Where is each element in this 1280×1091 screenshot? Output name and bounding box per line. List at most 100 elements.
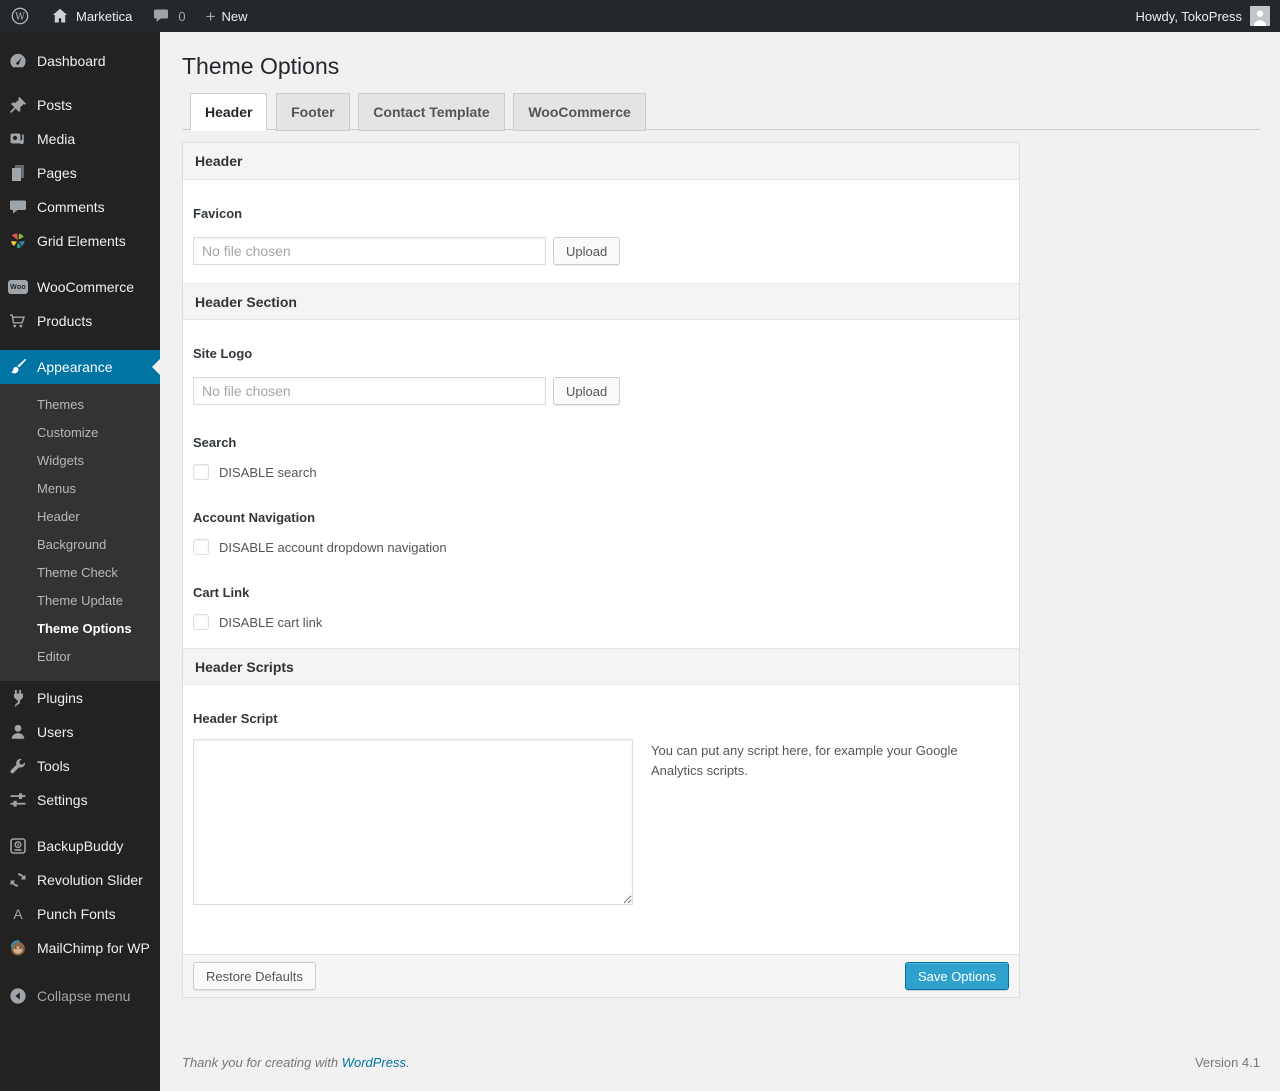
favicon-file-input[interactable]	[193, 237, 546, 265]
sidebar-item-label: Collapse menu	[37, 988, 131, 1004]
save-options-button[interactable]: Save Options	[904, 962, 1009, 990]
favicon-upload-button[interactable]: Upload	[553, 237, 621, 265]
sidebar-item-revolution-slider[interactable]: Revolution Slider	[0, 863, 160, 897]
new-content-menu[interactable]: + New	[196, 0, 258, 32]
comments-menu[interactable]: 0	[142, 0, 195, 32]
admin-sidebar: Dashboard Posts Media Pages Comments Gri…	[0, 32, 160, 1091]
tab-woocommerce[interactable]: WooCommerce	[513, 93, 646, 132]
disable-account-checkbox[interactable]	[193, 539, 209, 555]
submenu-item-themes[interactable]: Themes	[0, 391, 160, 419]
tab-header[interactable]: Header	[190, 93, 268, 132]
submenu-item-header[interactable]: Header	[0, 503, 160, 531]
sidebar-item-label: Settings	[37, 792, 88, 808]
comments-count: 0	[178, 8, 186, 24]
wordpress-logo-menu[interactable]: W	[0, 0, 40, 32]
disable-cart-label[interactable]: DISABLE cart link	[219, 615, 322, 630]
sidebar-item-label: Plugins	[37, 690, 83, 706]
site-logo-upload-button[interactable]: Upload	[553, 377, 621, 405]
tab-contact-template[interactable]: Contact Template	[358, 93, 505, 132]
disable-search-label[interactable]: DISABLE search	[219, 465, 317, 480]
site-name-menu[interactable]: Marketica	[40, 0, 142, 32]
appearance-submenu: Themes Customize Widgets Menus Header Ba…	[0, 384, 160, 681]
home-icon	[50, 6, 70, 26]
disable-search-checkbox[interactable]	[193, 464, 209, 480]
account-navigation-label: Account Navigation	[193, 510, 316, 525]
main-content: Theme Options Header Footer Contact Temp…	[160, 32, 1280, 1091]
sidebar-item-products[interactable]: Products	[0, 304, 160, 338]
sidebar-item-posts[interactable]: Posts	[0, 88, 160, 122]
version-text: Version 4.1	[1194, 1055, 1260, 1070]
cart-icon	[8, 311, 28, 331]
disable-account-label[interactable]: DISABLE account dropdown navigation	[219, 540, 447, 555]
sidebar-item-appearance[interactable]: Appearance	[0, 350, 160, 384]
tab-footer[interactable]: Footer	[276, 93, 350, 132]
header-script-textarea[interactable]	[193, 739, 633, 905]
theme-options-panel: Header Favicon Upload Header Section Sit…	[182, 142, 1020, 998]
section-header-header-scripts: Header Scripts	[183, 648, 1019, 685]
disable-search-option: DISABLE search	[183, 464, 1019, 480]
favicon-label: Favicon	[193, 206, 243, 221]
sidebar-item-label: MailChimp for WP	[37, 940, 150, 956]
sidebar-item-mailchimp[interactable]: MailChimp for WP	[0, 931, 160, 965]
submenu-item-theme-update[interactable]: Theme Update	[0, 587, 160, 615]
user-icon	[8, 722, 28, 742]
search-label: Search	[193, 435, 237, 450]
site-name: Marketica	[76, 8, 133, 24]
disable-cart-checkbox[interactable]	[193, 614, 209, 630]
submenu-item-widgets[interactable]: Widgets	[0, 447, 160, 475]
sidebar-item-woocommerce[interactable]: Woo WooCommerce	[0, 270, 160, 304]
header-script-label: Header Script	[193, 711, 278, 726]
tab-bar: Header Footer Contact Template WooCommer…	[182, 93, 1260, 132]
wordpress-logo-icon: W	[10, 6, 30, 26]
site-logo-file-input[interactable]	[193, 377, 546, 405]
sidebar-item-label: WooCommerce	[37, 279, 134, 295]
svg-text:W: W	[15, 12, 25, 23]
disable-account-option: DISABLE account dropdown navigation	[183, 539, 1019, 555]
submenu-item-editor[interactable]: Editor	[0, 643, 160, 671]
submenu-item-menus[interactable]: Menus	[0, 475, 160, 503]
collapse-arrow-icon	[8, 986, 28, 1006]
restore-defaults-button[interactable]: Restore Defaults	[193, 962, 316, 990]
sidebar-item-pages[interactable]: Pages	[0, 156, 160, 190]
wordpress-link[interactable]: WordPress	[342, 1055, 406, 1070]
new-label: New	[221, 8, 248, 24]
comment-bubble-icon	[152, 6, 172, 26]
sidebar-item-dashboard[interactable]: Dashboard	[0, 44, 160, 78]
section-header-header: Header	[183, 143, 1019, 180]
submenu-item-theme-options[interactable]: Theme Options	[0, 615, 160, 643]
dashboard-icon	[8, 51, 28, 71]
sidebar-item-media[interactable]: Media	[0, 122, 160, 156]
cart-link-label: Cart Link	[193, 585, 250, 600]
sidebar-item-label: BackupBuddy	[37, 838, 124, 854]
letter-a-icon: A	[13, 906, 23, 922]
sidebar-item-label: Dashboard	[37, 53, 106, 69]
submenu-item-customize[interactable]: Customize	[0, 419, 160, 447]
sidebar-item-backupbuddy[interactable]: BackupBuddy	[0, 829, 160, 863]
sidebar-item-label: Tools	[37, 758, 70, 774]
media-icon	[8, 129, 28, 149]
sidebar-item-plugins[interactable]: Plugins	[0, 681, 160, 715]
submenu-item-background[interactable]: Background	[0, 531, 160, 559]
sidebar-item-label: Punch Fonts	[37, 906, 116, 922]
submenu-item-theme-check[interactable]: Theme Check	[0, 559, 160, 587]
sidebar-item-settings[interactable]: Settings	[0, 783, 160, 817]
sidebar-item-grid-elements[interactable]: Grid Elements	[0, 224, 160, 258]
footer-thanks-text: Thank you for creating with WordPress.	[182, 1055, 410, 1070]
sidebar-item-label: Revolution Slider	[37, 872, 143, 888]
howdy-text: Howdy, TokoPress	[1135, 8, 1242, 24]
wrench-icon	[8, 756, 28, 776]
sidebar-item-comments[interactable]: Comments	[0, 190, 160, 224]
avatar	[1250, 6, 1270, 26]
page-title: Theme Options	[182, 53, 340, 79]
sidebar-item-punch-fonts[interactable]: A Punch Fonts	[0, 897, 160, 931]
my-account-menu[interactable]: Howdy, TokoPress	[1126, 0, 1280, 32]
sidebar-item-label: Products	[37, 313, 93, 329]
panel-footer: Restore Defaults Save Options	[183, 954, 1019, 997]
sidebar-item-collapse-menu[interactable]: Collapse menu	[0, 979, 160, 1013]
sidebar-item-users[interactable]: Users	[0, 715, 160, 749]
disable-cart-option: DISABLE cart link	[183, 614, 1019, 630]
sidebar-item-label: Comments	[37, 199, 105, 215]
sidebar-item-tools[interactable]: Tools	[0, 749, 160, 783]
refresh-icon	[8, 870, 28, 890]
sliders-icon	[8, 790, 28, 810]
